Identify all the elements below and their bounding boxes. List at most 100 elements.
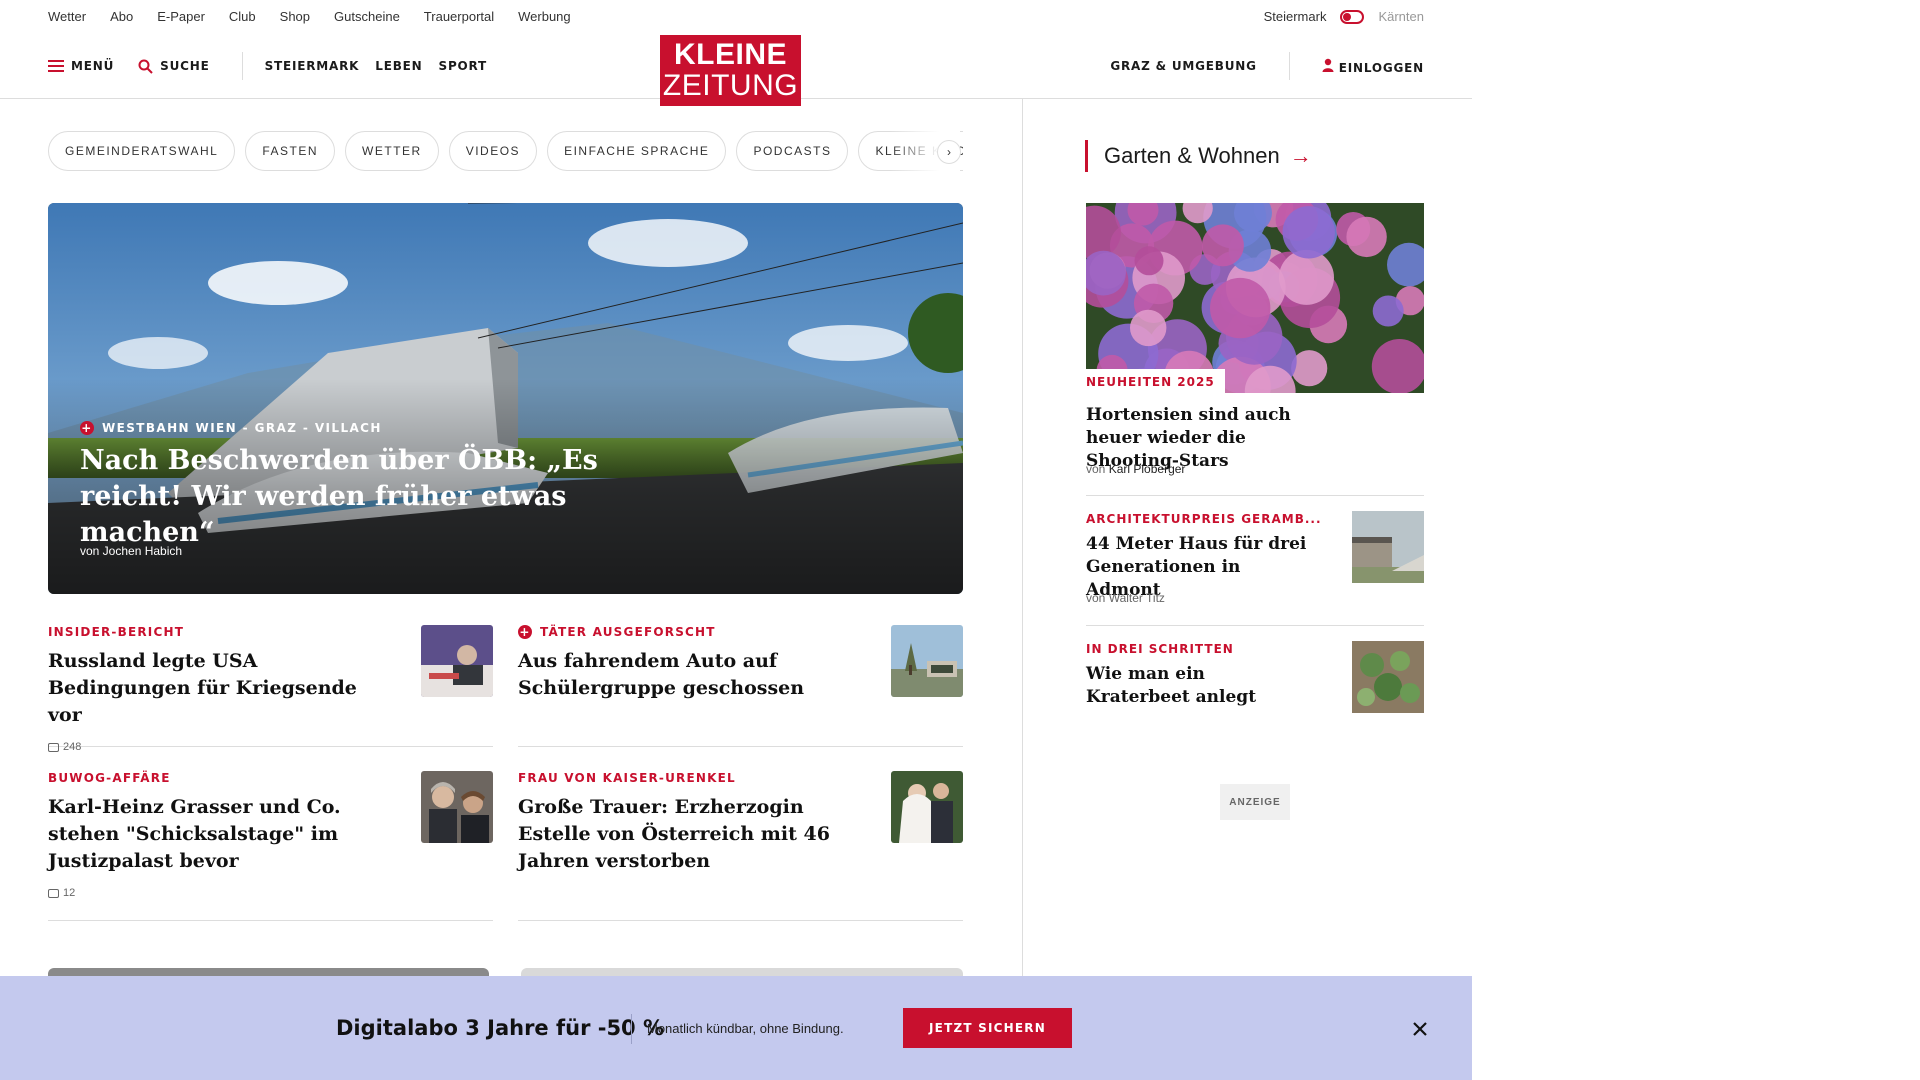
comment-count[interactable]: 248 — [48, 741, 493, 753]
utility-bar: Wetter Abo E-Paper Club Shop Gutscheine … — [48, 0, 1424, 33]
article-card[interactable]: INSIDER-BERICHT Russland legte USA Bedin… — [48, 625, 493, 753]
hero-kicker-text: WESTBAHN WIEN - GRAZ - VILLACH — [102, 421, 382, 435]
ad-label: ANZEIGE — [1220, 784, 1290, 820]
thumbnail-image — [421, 625, 493, 697]
region-switch: Steiermark Kärnten — [1264, 9, 1424, 24]
utility-link-trauerportal[interactable]: Trauerportal — [424, 9, 494, 24]
article-title[interactable]: Russland legte USA Bedingungen für Krieg… — [48, 648, 388, 729]
comment-count-text: 248 — [63, 741, 82, 753]
article-title[interactable]: Karl-Heinz Grasser und Co. stehen "Schic… — [48, 794, 388, 875]
sidebar-hero-image[interactable]: NEUHEITEN 2025 — [1086, 203, 1424, 393]
header-right: GRAZ & UMGEBUNG EINLOGGEN — [1110, 33, 1424, 99]
utility-link-epaper[interactable]: E-Paper — [157, 9, 205, 24]
utility-link-club[interactable]: Club — [229, 9, 256, 24]
jetzt-sichern-button[interactable]: JETZT SICHERN — [903, 1008, 1072, 1048]
chip-wetter[interactable]: WETTER — [345, 131, 439, 171]
plus-icon: + — [80, 421, 94, 435]
hydrangea-image — [1086, 203, 1424, 393]
sidebar-hero-kicker: NEUHEITEN 2025 — [1086, 369, 1225, 393]
header-divider-right — [1288, 52, 1290, 80]
chips-next-button[interactable]: › — [937, 140, 961, 164]
nav-steiermark[interactable]: STEIERMARK — [265, 59, 360, 73]
hero-kicker: + WESTBAHN WIEN - GRAZ - VILLACH — [80, 421, 382, 435]
thumbnail-image — [1352, 641, 1424, 713]
topic-chips: GEMEINDERATSWAHL FASTEN WETTER VIDEOS EI… — [48, 131, 963, 171]
hamburger-icon — [48, 60, 64, 72]
thumbnail-image — [891, 771, 963, 843]
location-link[interactable]: GRAZ & UMGEBUNG — [1110, 59, 1256, 73]
article-title[interactable]: Aus fahrendem Auto auf Schülergruppe ges… — [518, 648, 858, 702]
chip-einfache-sprache[interactable]: EINFACHE SPRACHE — [547, 131, 727, 171]
article-card[interactable]: + TÄTER AUSGEFORSCHT Aus fahrendem Auto … — [518, 625, 963, 747]
article-thumbnail[interactable] — [421, 771, 493, 843]
menu-label: MENÜ — [71, 59, 115, 73]
article-thumbnail[interactable] — [891, 625, 963, 697]
thumbnail-image — [421, 771, 493, 843]
login-button[interactable]: EINLOGGEN — [1322, 58, 1424, 75]
main-header: MENÜ SUCHE STEIERMARK LEBEN SPORT KLEINE… — [0, 33, 1472, 106]
utility-links: Wetter Abo E-Paper Club Shop Gutscheine … — [48, 9, 571, 24]
utility-link-werbung[interactable]: Werbung — [518, 9, 571, 24]
region-steiermark[interactable]: Steiermark — [1264, 9, 1327, 24]
region-kaernten[interactable]: Kärnten — [1378, 9, 1424, 24]
header-divider — [241, 52, 243, 80]
user-icon — [1322, 58, 1334, 72]
sidebar-article-title[interactable]: Wie man ein Kraterbeet anlegt — [1086, 663, 1266, 709]
author-name[interactable]: Walter Titz — [1109, 591, 1165, 605]
author-prefix: von — [1086, 462, 1106, 476]
author-prefix: von — [1086, 591, 1106, 605]
chip-videos[interactable]: VIDEOS — [448, 131, 538, 171]
section-title: Garten & Wohnen — [1104, 143, 1280, 168]
nav-sport[interactable]: SPORT — [439, 59, 488, 73]
article-kicker-text: INSIDER-BERICHT — [48, 625, 185, 639]
nav-leben[interactable]: LEBEN — [375, 59, 422, 73]
comment-count-text: 12 — [63, 887, 76, 899]
utility-link-wetter[interactable]: Wetter — [48, 9, 86, 24]
hero-author: von Jochen Habich — [80, 544, 183, 558]
search-button[interactable]: SUCHE — [138, 59, 209, 74]
comment-icon — [48, 888, 59, 898]
utility-link-shop[interactable]: Shop — [280, 9, 310, 24]
login-label: EINLOGGEN — [1338, 60, 1424, 75]
section-garten-wohnen[interactable]: Garten & Wohnen → — [1085, 140, 1312, 172]
logo-line-2: ZEITUNG — [662, 69, 799, 102]
sidebar-article-kicker: ARCHITEKTURPREIS GERAMB... — [1086, 512, 1322, 526]
author-name[interactable]: Karl Ploberger — [1109, 462, 1186, 476]
comment-icon — [48, 742, 59, 752]
article-kicker-text: TÄTER AUSGEFORSCHT — [540, 625, 716, 639]
menu-button[interactable]: MENÜ — [48, 59, 114, 73]
region-toggle[interactable] — [1340, 9, 1365, 24]
chip-fasten[interactable]: FASTEN — [245, 131, 336, 171]
page-margin — [1472, 0, 1920, 1080]
logo-line-1: KLEINE — [673, 38, 787, 71]
banner-divider — [631, 1014, 632, 1044]
hero-title[interactable]: Nach Beschwerden über ÖBB: „Es reicht! W… — [80, 443, 700, 551]
article-card[interactable]: BUWOG-AFFÄRE Karl-Heinz Grasser und Co. … — [48, 771, 493, 921]
thumbnail-image — [1352, 511, 1424, 583]
search-icon — [138, 59, 153, 74]
comment-count[interactable]: 12 — [48, 887, 493, 899]
sidebar-article-thumbnail[interactable] — [1352, 511, 1424, 583]
article-title[interactable]: Große Trauer: Erzherzogin Estelle von Ös… — [518, 794, 858, 875]
sidebar-divider — [1086, 625, 1424, 626]
banner-subtext: Monatlich kündbar, ohne Bindung. — [647, 1021, 844, 1036]
sidebar-article-thumbnail[interactable] — [1352, 641, 1424, 713]
chip-gemeinderatswahl[interactable]: GEMEINDERATSWAHL — [48, 131, 236, 171]
header-left: MENÜ SUCHE STEIERMARK LEBEN SPORT — [48, 33, 487, 99]
sidebar-article-author: von Walter Titz — [1086, 591, 1165, 605]
utility-link-gutscheine[interactable]: Gutscheine — [334, 9, 400, 24]
article-thumbnail[interactable] — [421, 625, 493, 697]
article-card[interactable]: FRAU VON KAISER-URENKEL Große Trauer: Er… — [518, 771, 963, 921]
arrow-right-icon: → — [1289, 143, 1312, 168]
utility-link-abo[interactable]: Abo — [110, 9, 133, 24]
chip-podcasts[interactable]: PODCASTS — [736, 131, 849, 171]
kleine-zeitung-logo[interactable]: KLEINE ZEITUNG — [660, 35, 801, 106]
close-icon[interactable] — [1408, 1017, 1432, 1041]
column-divider — [1022, 99, 1023, 1080]
subscription-banner: Digitalabo 3 Jahre für -50 % Monatlich k… — [0, 976, 1472, 1080]
article-thumbnail[interactable] — [891, 771, 963, 843]
banner-headline: Digitalabo 3 Jahre für -50 % — [336, 1016, 665, 1040]
thumbnail-image — [891, 625, 963, 697]
hero-article[interactable]: + WESTBAHN WIEN - GRAZ - VILLACH Nach Be… — [48, 203, 963, 594]
article-kicker-text: FRAU VON KAISER-URENKEL — [518, 771, 736, 785]
